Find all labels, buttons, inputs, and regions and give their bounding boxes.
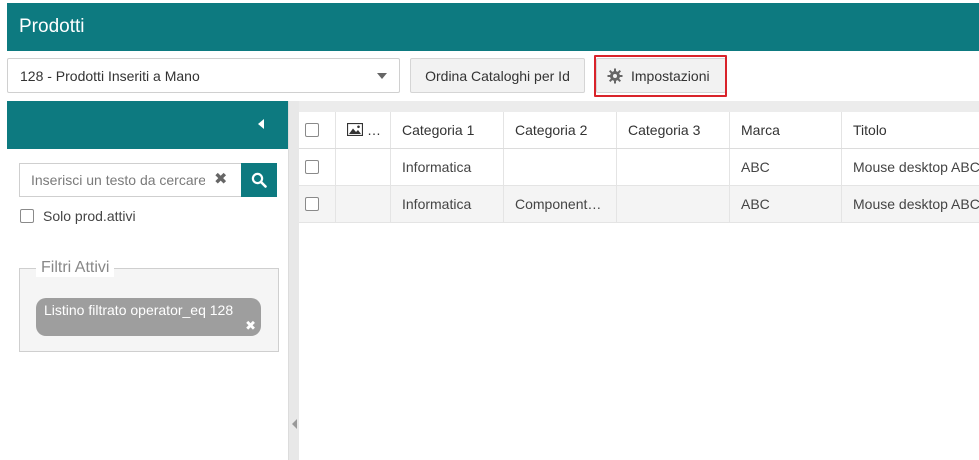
row-select-cell <box>299 186 336 222</box>
cell-categoria-1: Informatica <box>391 186 504 222</box>
active-only-checkbox[interactable] <box>20 209 34 223</box>
panel-splitter[interactable] <box>288 101 299 460</box>
page-title: Prodotti <box>19 16 85 37</box>
chevron-down-icon <box>377 73 387 79</box>
order-catalogs-button[interactable]: Ordina Cataloghi per Id <box>410 58 585 93</box>
header-select-all-cell <box>299 112 336 148</box>
header-marca[interactable]: Marca <box>730 112 842 148</box>
table-row[interactable]: Informatica Component… ABC Mouse desktop… <box>299 186 979 223</box>
row-checkbox[interactable] <box>305 160 319 174</box>
row-checkbox[interactable] <box>305 197 319 211</box>
header-image-ellipsis: … <box>367 122 381 138</box>
cell-categoria-1: Informatica <box>391 149 504 185</box>
cell-titolo: Mouse desktop ABC <box>853 196 979 212</box>
catalog-select-value: 128 - Prodotti Inseriti a Mano <box>20 68 200 84</box>
cell-marca: ABC <box>730 186 842 222</box>
products-grid: … Categoria 1 Categoria 2 Categoria 3 Ma… <box>299 112 979 223</box>
close-icon[interactable]: ✖ <box>214 170 227 190</box>
search-button[interactable] <box>241 163 277 197</box>
image-icon <box>347 123 363 137</box>
select-all-checkbox[interactable] <box>305 123 319 137</box>
header-categoria-2[interactable]: Categoria 2 <box>504 112 617 148</box>
header-titolo[interactable]: Titolo <box>842 112 979 148</box>
header-categoria-3[interactable]: Categoria 3 <box>617 112 730 148</box>
active-only-label: Solo prod.attivi <box>43 208 136 224</box>
settings-highlight-frame <box>594 55 727 97</box>
remove-filter-icon[interactable]: ✖ <box>245 318 256 334</box>
cell-titolo: Mouse desktop ABC <box>853 159 979 175</box>
cell-marca: ABC <box>730 149 842 185</box>
grid-header: … Categoria 1 Categoria 2 Categoria 3 Ma… <box>299 112 979 149</box>
search-input[interactable] <box>19 163 241 197</box>
app-header: Prodotti <box>7 3 979 51</box>
collapse-sidebar-icon[interactable] <box>258 119 264 129</box>
filter-chip-label: Listino filtrato operator_eq 128 <box>44 302 234 318</box>
header-categoria-1[interactable]: Categoria 1 <box>391 112 504 148</box>
grid-toolbar <box>299 101 979 112</box>
active-filters-legend: Filtri Attivi <box>36 259 115 277</box>
cell-categoria-3 <box>617 186 730 222</box>
row-image-cell <box>336 149 391 185</box>
collapse-arrow-icon[interactable] <box>292 419 297 429</box>
filter-chip: Listino filtrato operator_eq 128 ✖ <box>36 298 261 336</box>
row-select-cell <box>299 149 336 185</box>
catalog-select[interactable]: 128 - Prodotti Inseriti a Mano <box>7 58 400 93</box>
cell-categoria-3 <box>617 149 730 185</box>
search-icon <box>251 172 267 188</box>
cell-categoria-2: Component… <box>504 186 617 222</box>
header-image-column[interactable]: … <box>336 112 391 148</box>
row-image-cell <box>336 186 391 222</box>
sidebar-header <box>7 101 288 149</box>
table-row[interactable]: Informatica ABC Mouse desktop ABC <box>299 149 979 186</box>
cell-categoria-2 <box>504 149 617 185</box>
